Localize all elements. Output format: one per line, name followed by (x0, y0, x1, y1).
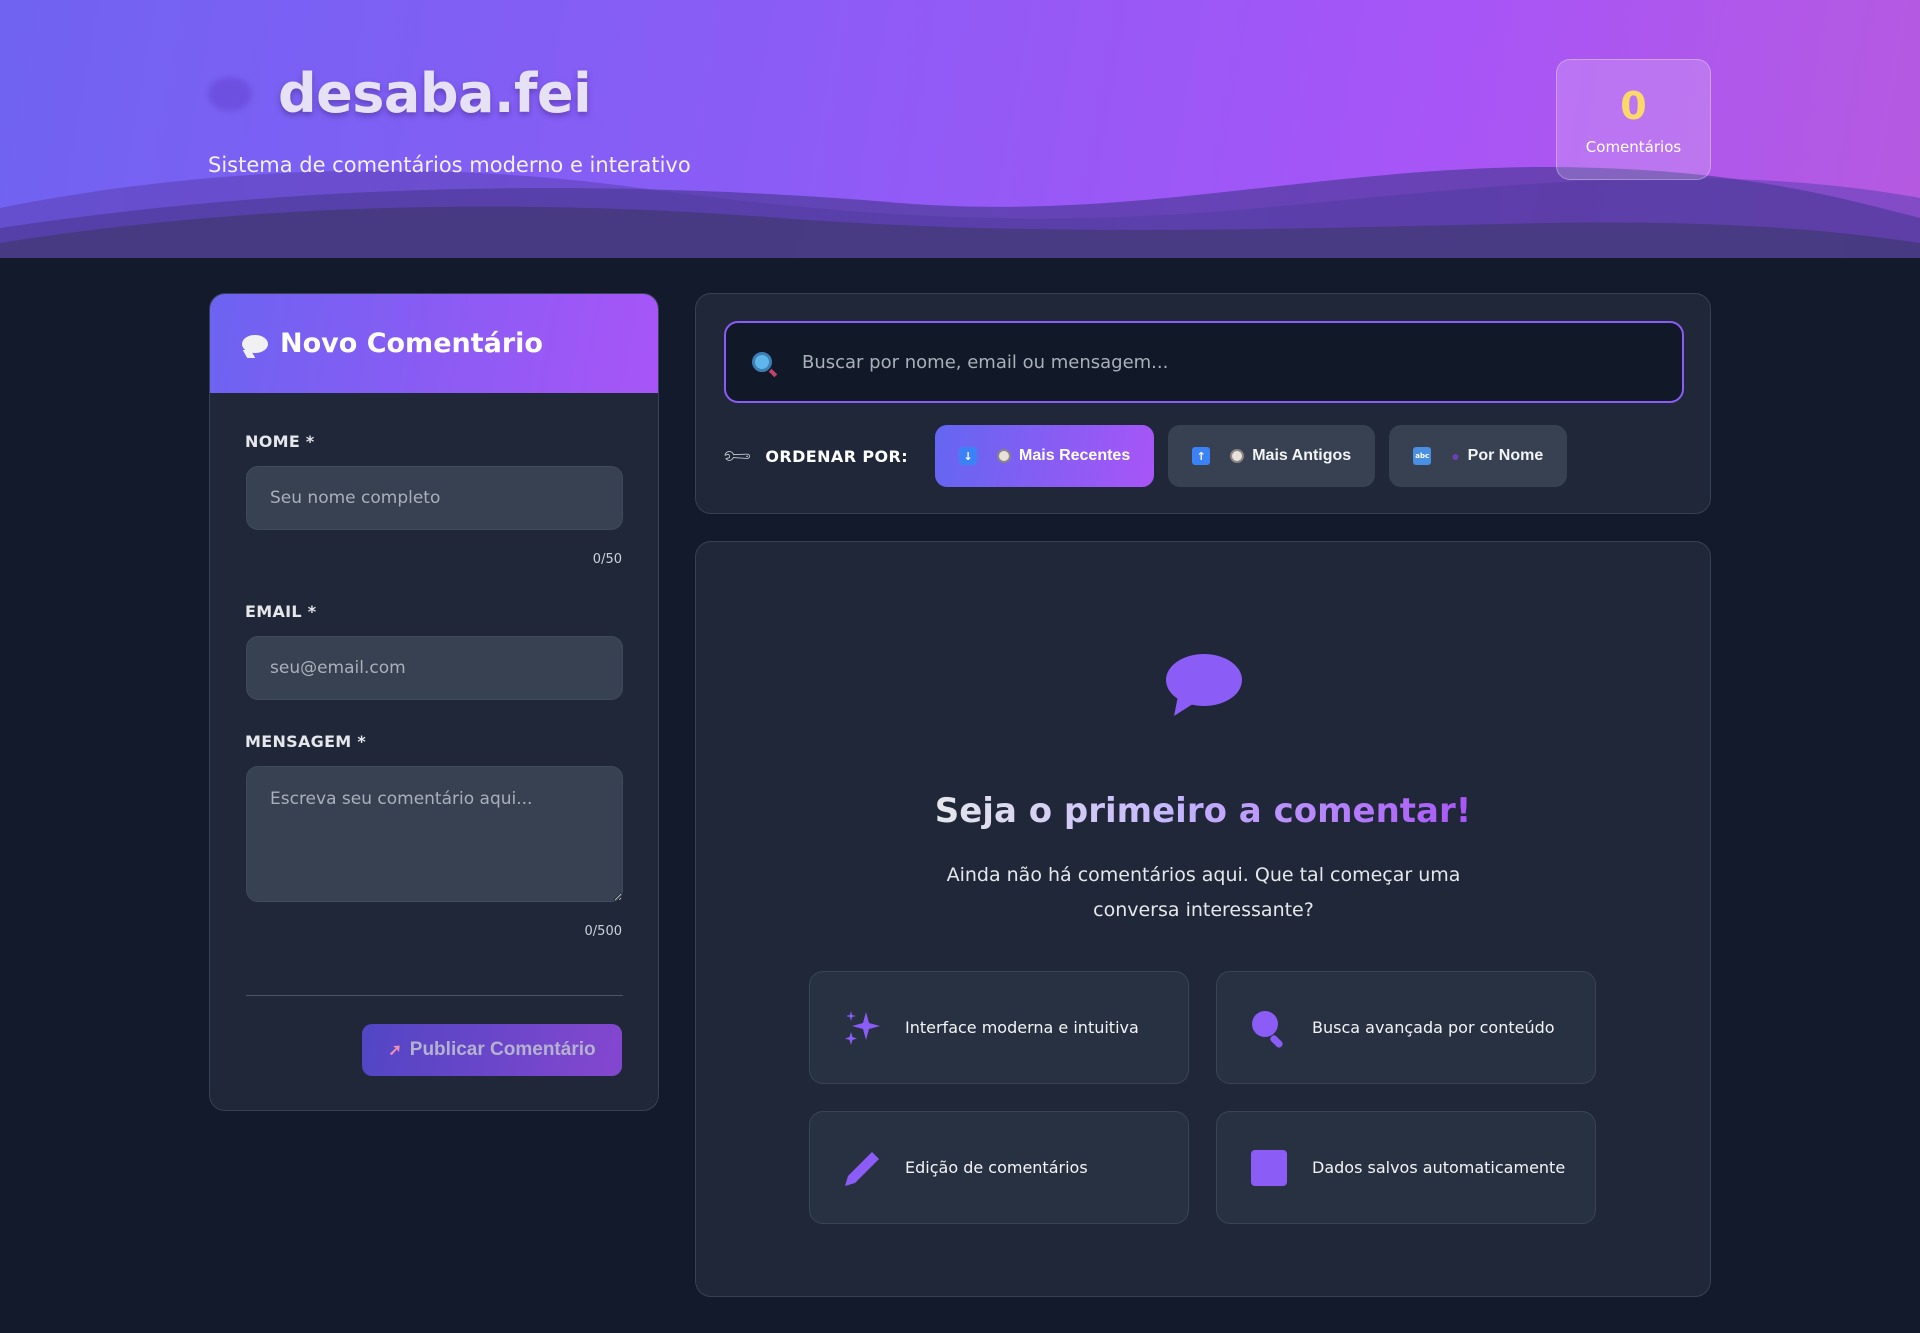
sort-label: ORDENAR POR: (765, 446, 909, 466)
form-divider (246, 995, 623, 996)
feature-label: Busca avançada por conteúdo (1312, 1018, 1555, 1037)
feature-label: Interface moderna e intuitiva (905, 1018, 1139, 1037)
publish-label: Publicar Comentário (409, 1039, 596, 1060)
arrow-up-icon: ↑ (1192, 447, 1211, 465)
publish-comment-button[interactable]: ➚ Publicar Comentário (362, 1024, 622, 1076)
search-icon (752, 352, 772, 372)
sparkles-icon (845, 1010, 880, 1045)
wrench-icon: 🔧︎ (719, 438, 755, 474)
message-textarea[interactable] (246, 766, 623, 902)
sort-newest-label: Mais Recentes (1019, 447, 1131, 464)
feature-card: Dados salvos automaticamente (1216, 1111, 1596, 1224)
chat-bubble-icon (208, 76, 252, 111)
message-char-count: 0/500 (584, 924, 622, 939)
empty-state-description: Ainda não há comentários aqui. Que tal c… (946, 864, 1461, 921)
sort-newest-button[interactable]: ↓ Mais Recentes (935, 425, 1155, 487)
search-box (724, 321, 1684, 403)
sort-oldest-label: Mais Antigos (1252, 447, 1352, 464)
message-label: MENSAGEM * (245, 732, 367, 751)
email-label: EMAIL * (245, 602, 317, 621)
name-input[interactable] (246, 466, 623, 530)
square-icon (1251, 1149, 1287, 1186)
feature-card: Busca avançada por conteúdo (1216, 971, 1596, 1084)
brand: desaba.fei (208, 62, 592, 125)
form-header: Novo Comentário (210, 294, 658, 393)
comment-count: 0 (1620, 83, 1647, 128)
brand-title: desaba.fei (278, 62, 592, 125)
magnifier-icon (1252, 1010, 1283, 1048)
person-icon: ● (1451, 448, 1460, 464)
comment-counter: 0 Comentários (1556, 59, 1711, 180)
email-input[interactable] (246, 636, 623, 700)
form-title: Novo Comentário (280, 328, 543, 359)
sort-controls: 🔧︎ ORDENAR POR: ↓ Mais Recentes ↑ Mais A… (719, 425, 1581, 487)
feature-card: Interface moderna e intuitiva (809, 971, 1189, 1084)
clock-icon (997, 449, 1012, 463)
sort-name-label: Por Nome (1467, 447, 1544, 464)
abc-icon: abc (1413, 447, 1432, 465)
empty-state: Seja o primeiro a comentar! Ainda não há… (695, 541, 1711, 1297)
feature-label: Edição de comentários (905, 1158, 1088, 1177)
sort-name-button[interactable]: abc ● Por Nome (1389, 425, 1568, 487)
speech-bubble-icon (242, 334, 268, 353)
feature-label: Dados salvos automaticamente (1312, 1158, 1566, 1177)
page-header: desaba.fei Sistema de comentários modern… (0, 0, 1920, 258)
new-comment-form: Novo Comentário NOME * 0/50 EMAIL * MENS… (209, 293, 659, 1111)
header-subtitle: Sistema de comentários moderno e interat… (208, 153, 691, 177)
arrow-down-icon: ↓ (959, 447, 978, 465)
chat-bubble-icon (1166, 654, 1242, 716)
pencil-icon (845, 1151, 879, 1186)
search-panel: 🔧︎ ORDENAR POR: ↓ Mais Recentes ↑ Mais A… (695, 293, 1711, 514)
name-char-count: 0/50 (592, 552, 622, 567)
comment-count-label: Comentários (1585, 137, 1682, 156)
clock-icon (1230, 449, 1245, 463)
empty-state-title: Seja o primeiro a comentar! (934, 791, 1472, 831)
search-input[interactable] (802, 351, 1652, 373)
feature-card: Edição de comentários (809, 1111, 1189, 1224)
rocket-icon: ➚ (388, 1042, 402, 1059)
sort-oldest-button[interactable]: ↑ Mais Antigos (1168, 425, 1376, 487)
name-label: NOME * (245, 432, 315, 451)
